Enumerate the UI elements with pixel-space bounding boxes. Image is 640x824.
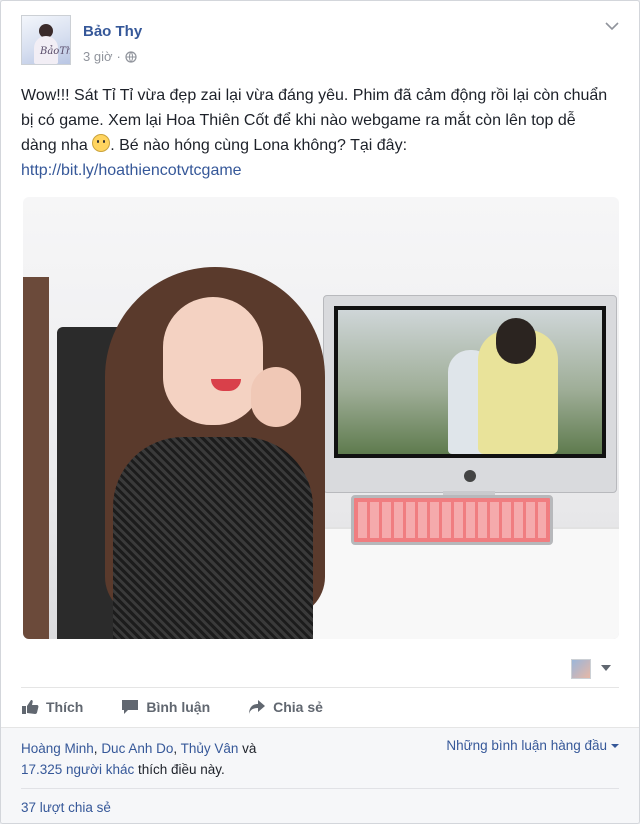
likes-suffix: thích điều này. [134, 762, 225, 777]
comment-button[interactable]: Bình luận [121, 699, 210, 715]
share-label: Chia sẻ [273, 699, 323, 715]
likes-summary: Hoàng Minh, Duc Anh Do, Thủy Vân và 17.3… [21, 738, 381, 780]
screen-scene [338, 310, 602, 454]
photo-monitor [323, 295, 617, 493]
avatar-signature: BảoThy [40, 46, 70, 57]
reaction-row [23, 651, 619, 681]
apple-logo-icon [464, 470, 476, 482]
dot-separator: · [116, 49, 121, 64]
action-bar: Thích Bình luận Chia sẻ [21, 691, 621, 723]
monitor-screen [334, 306, 606, 458]
author-avatar[interactable]: BảoThy [21, 15, 71, 65]
comment-sort-label: Những bình luận hàng đầu [446, 738, 607, 753]
photo-person-face [163, 297, 263, 425]
like-button[interactable]: Thích [21, 699, 83, 715]
liker-separator: , [173, 741, 181, 756]
message-text-continued: . Bé nào hóng cùng Lona không? Tại đây: [110, 137, 408, 154]
smiley-emoji-icon [92, 134, 111, 152]
caret-down-icon [611, 743, 619, 748]
share-icon [249, 700, 266, 714]
post-footer: Hoàng Minh, Duc Anh Do, Thủy Vân và 17.3… [1, 727, 639, 823]
likes-and: và [238, 741, 257, 756]
chevron-down-icon[interactable] [605, 21, 619, 31]
comment-label: Bình luận [146, 699, 211, 715]
like-icon [22, 700, 39, 714]
comment-icon [122, 700, 139, 714]
shares-count-link[interactable]: 37 lượt chia sẻ [21, 800, 111, 815]
footer-divider [21, 788, 619, 789]
chevron-down-icon[interactable] [601, 665, 611, 671]
post-message: Wow!!! Sát Tỉ Tỉ vừa đẹp zai lại vừa đán… [21, 83, 611, 183]
share-button[interactable]: Chia sẻ [248, 699, 323, 715]
liker-name[interactable]: Thủy Vân [181, 741, 239, 756]
post-photo[interactable] [23, 197, 619, 639]
post-card: BảoThy Bảo Thy 3 giờ · Wow!!! Sát Tỉ Tỉ … [0, 0, 640, 824]
keyboard-keys [358, 502, 546, 538]
comment-sort-dropdown[interactable]: Những bình luận hàng đầu [446, 738, 619, 753]
author-name[interactable]: Bảo Thy [83, 23, 142, 40]
likes-others-link[interactable]: 17.325 người khác [21, 762, 134, 777]
scene-man-head [496, 318, 536, 364]
post-link[interactable]: http://bit.ly/hoathiencotvtcgame [21, 162, 242, 179]
liker-name[interactable]: Duc Anh Do [101, 741, 173, 756]
actions-divider [21, 687, 619, 688]
like-label: Thích [46, 699, 84, 715]
globe-icon[interactable] [125, 50, 137, 63]
photo-door [23, 277, 49, 639]
viewer-avatar[interactable] [571, 659, 591, 679]
post-timestamp[interactable]: 3 giờ [83, 49, 113, 64]
post-header: BảoThy Bảo Thy 3 giờ · [21, 15, 621, 71]
post-meta: 3 giờ · [83, 49, 137, 64]
photo-person-top [113, 437, 313, 639]
photo-keyboard [351, 495, 553, 545]
liker-name[interactable]: Hoàng Minh [21, 741, 94, 756]
photo-person-hand [251, 367, 301, 427]
